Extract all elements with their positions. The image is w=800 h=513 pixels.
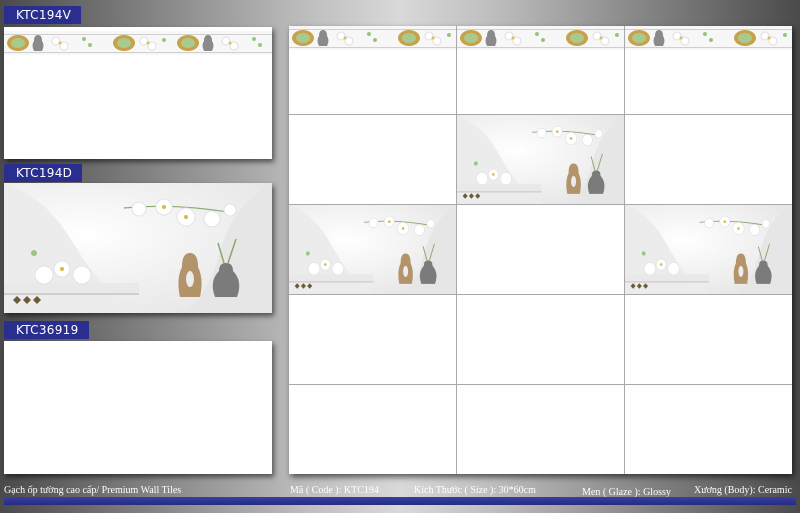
wall-tile-orchid [457,115,625,205]
tile-ktc194v[interactable] [4,27,272,159]
footer-bar [4,497,796,505]
product-body-text: Xương (Body): Ceramic [694,485,792,496]
wall-tile-plain [625,295,792,385]
border-tile-image [4,27,272,159]
wall-tile-plain [457,295,625,385]
wall-tile-plain [457,385,625,474]
wall-tile-orchid [289,205,457,295]
wall-tile-plain [457,205,625,295]
wall-tile-border [625,26,792,115]
tile-label-ktc36919: KTC36919 [4,321,89,339]
product-line-text: Gạch ốp tường cao cấp/ Premium Wall Tile… [4,485,182,496]
tile-ktc194d[interactable] [4,183,272,313]
wall-tile-plain [289,385,457,474]
tile-label-ktc194d: KTC194D [4,164,83,182]
wall-tile-plain [625,115,792,205]
wall-mockup [289,26,792,474]
wall-tile-border [457,26,625,115]
product-code-text: Mã ( Code ): KTC194 [290,485,379,496]
tile-label-ktc194v: KTC194V [4,6,82,24]
orchid-tile-image [4,183,272,313]
wall-tile-plain [289,115,457,205]
tile-ktc36919[interactable] [4,341,272,474]
wall-tile-plain [289,295,457,385]
wall-tile-plain [625,385,792,474]
wall-tile-orchid [625,205,792,295]
wall-tile-border [289,26,457,115]
product-size-text: Kích Thước ( Size ): 30*60cm [414,485,536,496]
